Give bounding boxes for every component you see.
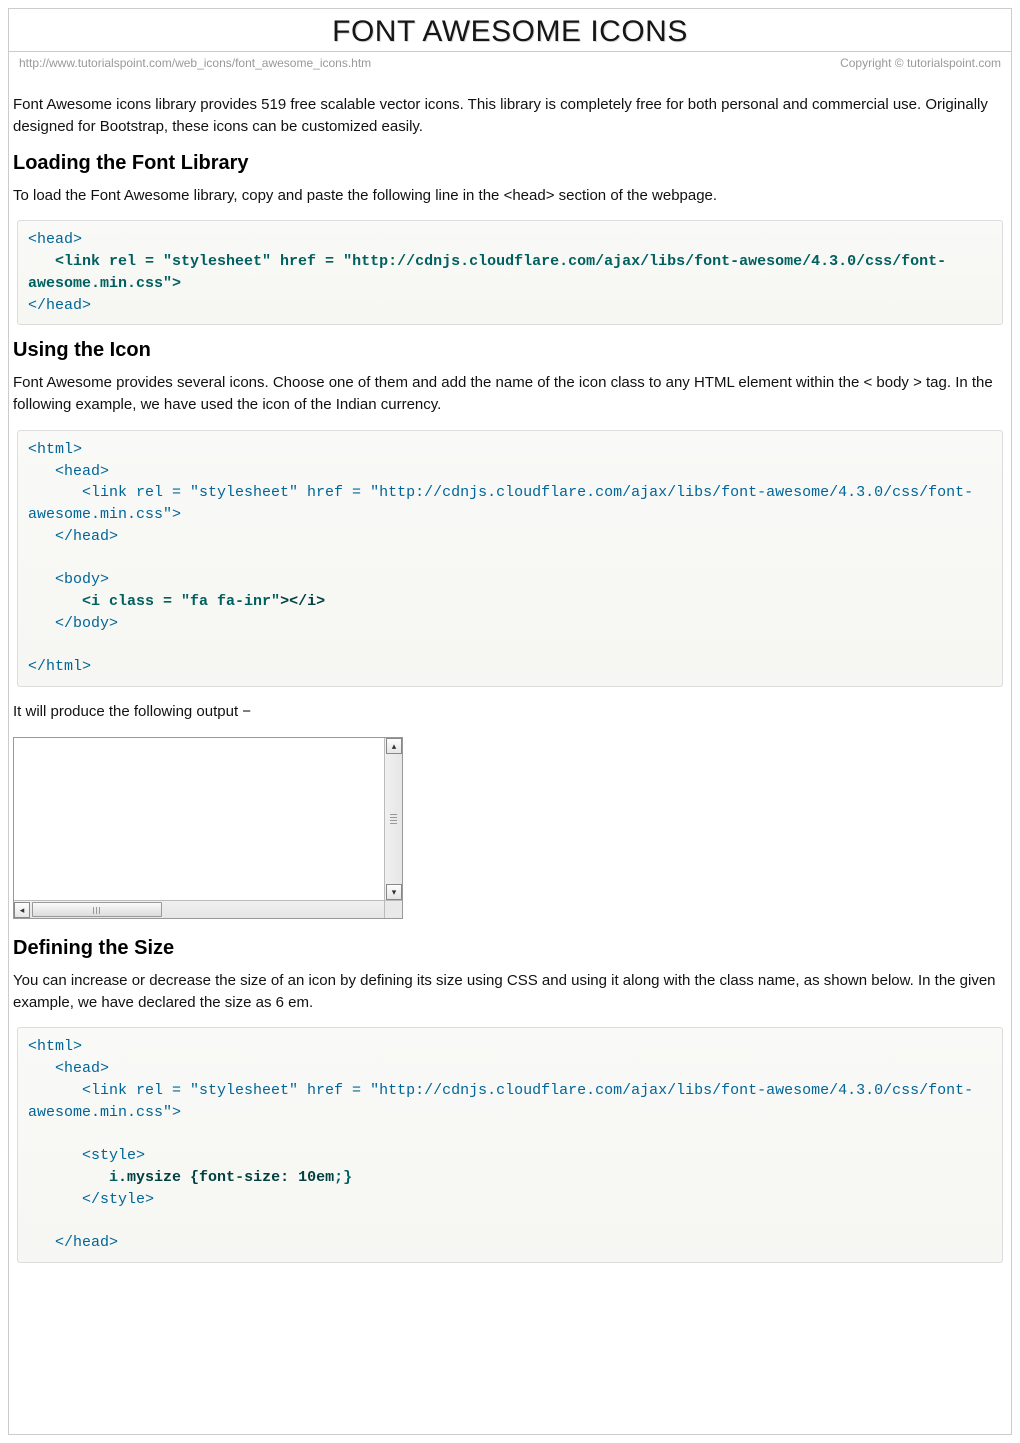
copyright-text: Copyright © tutorialspoint.com	[840, 56, 1001, 70]
code-line: <html>	[28, 1038, 82, 1055]
code-line: </style>	[28, 1191, 154, 1208]
page-title: FONT AWESOME ICONS	[9, 15, 1011, 49]
scroll-up-arrow-icon[interactable]: ▴	[386, 738, 402, 754]
code-line-bold: <link rel = "stylesheet" href = "http://…	[28, 253, 946, 292]
code-line-bold: i	[28, 1169, 118, 1186]
code-line: <html>	[28, 441, 82, 458]
horizontal-scrollbar[interactable]: ◂ ▸	[14, 900, 402, 918]
code-line: </head>	[28, 528, 118, 545]
scroll-left-arrow-icon[interactable]: ◂	[14, 902, 30, 918]
page-container: FONT AWESOME ICONS http://www.tutorialsp…	[8, 8, 1012, 1435]
code-line-bold: size: 10em	[244, 1169, 334, 1186]
code-line-bold: .mysize {font	[118, 1169, 235, 1186]
loading-paragraph: To load the Font Awesome library, copy a…	[13, 185, 1007, 207]
scroll-down-arrow-icon[interactable]: ▾	[386, 884, 402, 900]
code-line: </html>	[28, 658, 91, 675]
heading-loading: Loading the Font Library	[13, 152, 1007, 175]
defining-paragraph: You can increase or decrease the size of…	[13, 970, 1007, 1014]
scroll-corner	[384, 900, 402, 918]
title-bar: FONT AWESOME ICONS	[9, 9, 1011, 52]
code-line: <head>	[28, 463, 109, 480]
code-line: <style>	[28, 1147, 145, 1164]
code-line: <link rel = "stylesheet" href = "http://…	[28, 1082, 973, 1121]
code-line-bold: -	[235, 1169, 244, 1186]
horizontal-scroll-thumb[interactable]	[32, 902, 162, 917]
source-url-link[interactable]: http://www.tutorialspoint.com/web_icons/…	[19, 56, 371, 70]
code-line: </head>	[28, 1234, 118, 1251]
vertical-scrollbar[interactable]: ▴ ▾	[384, 738, 402, 900]
code-line: <link rel = "stylesheet" href = "http://…	[28, 484, 973, 523]
code-line: <head>	[28, 1060, 109, 1077]
code-line: </body>	[28, 615, 118, 632]
meta-row: http://www.tutorialspoint.com/web_icons/…	[9, 52, 1011, 84]
code-line: <head>	[28, 231, 82, 248]
codeblock-using: <html> <head> <link rel = "stylesheet" h…	[17, 430, 1003, 687]
code-line-bold: <i class = "fa fa-inr"	[28, 593, 280, 610]
code-line-bold: ></i>	[280, 593, 325, 610]
output-iframe[interactable]: ▴ ▾ ◂ ▸	[13, 737, 403, 919]
output-caption: It will produce the following output −	[13, 701, 1007, 723]
codeblock-defining: <html> <head> <link rel = "stylesheet" h…	[17, 1027, 1003, 1263]
code-line: </head>	[28, 297, 91, 314]
heading-using: Using the Icon	[13, 339, 1007, 362]
code-line: <body>	[28, 571, 109, 588]
codeblock-loading: <head> <link rel = "stylesheet" href = "…	[17, 220, 1003, 325]
content-area: Font Awesome icons library provides 519 …	[9, 94, 1011, 1263]
intro-paragraph: Font Awesome icons library provides 519 …	[13, 94, 1007, 138]
using-paragraph: Font Awesome provides several icons. Cho…	[13, 372, 1007, 416]
scroll-track-mark-icon	[390, 814, 397, 824]
code-line-bold: ;}	[334, 1169, 352, 1186]
heading-defining: Defining the Size	[13, 937, 1007, 960]
